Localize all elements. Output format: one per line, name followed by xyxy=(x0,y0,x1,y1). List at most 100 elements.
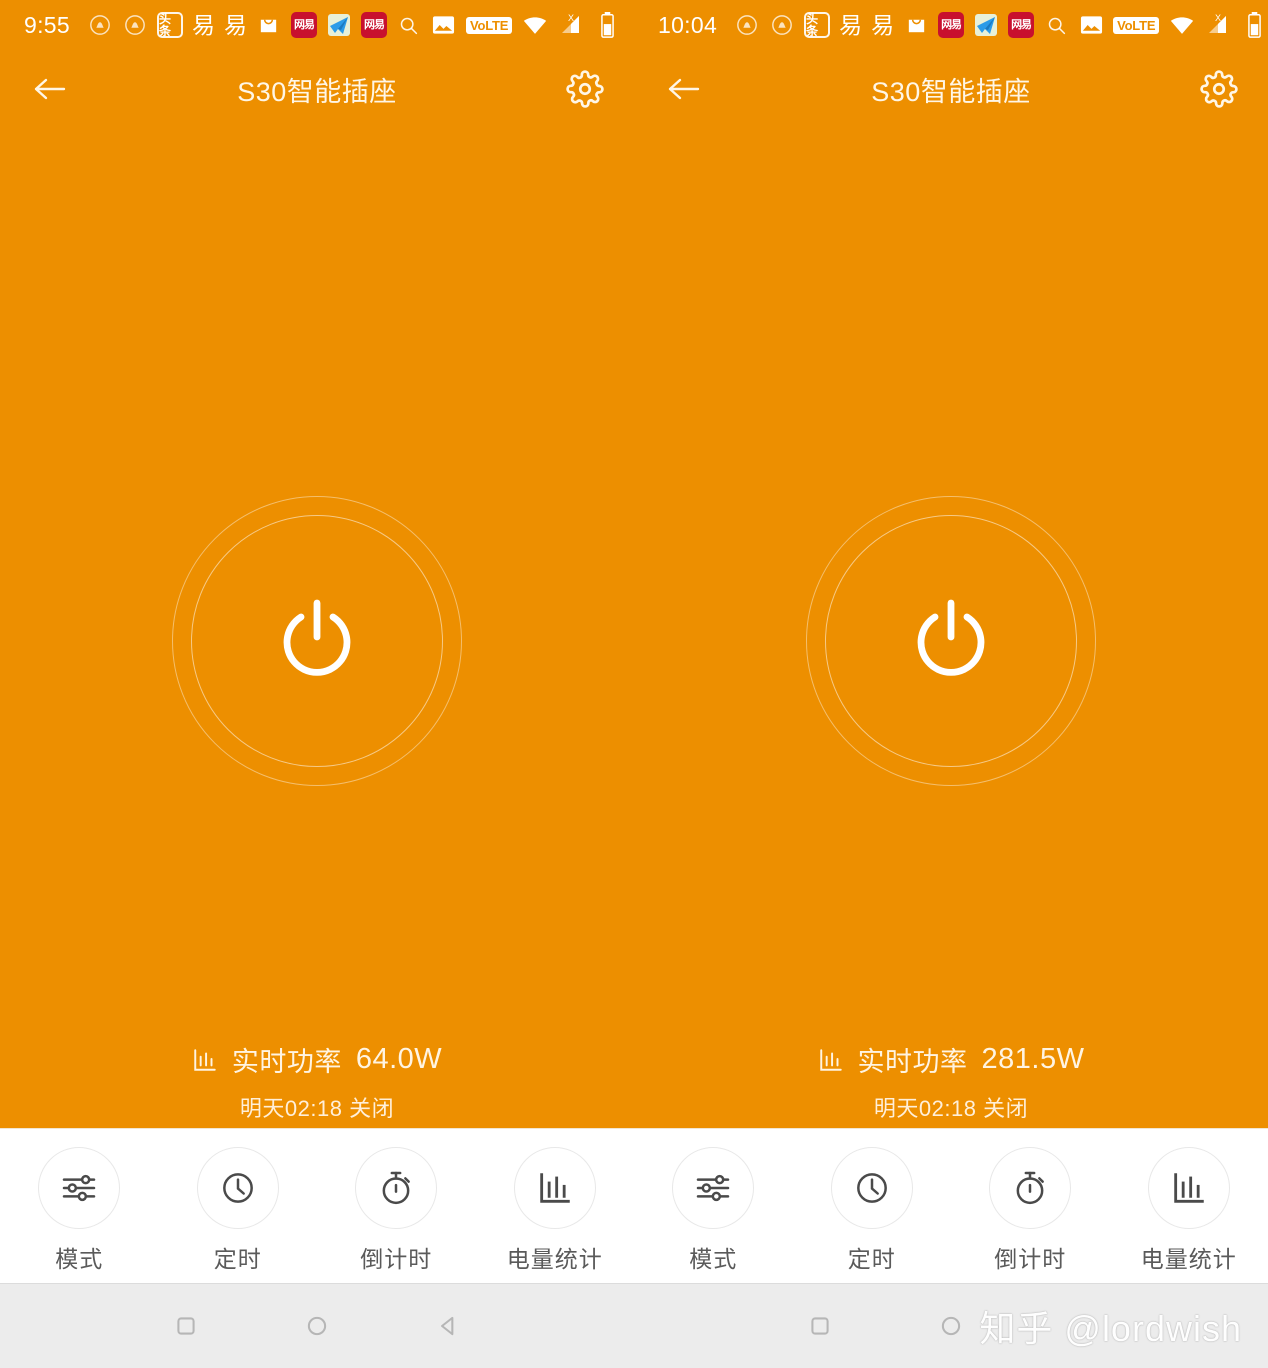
app-icon xyxy=(769,12,795,38)
android-navbar-left xyxy=(0,1284,634,1368)
back-arrow-icon[interactable] xyxy=(26,66,72,112)
home-circle-icon[interactable] xyxy=(929,1304,973,1348)
status-system-icons: VoLTE X xyxy=(465,12,642,38)
netease-yi-icon: 易 xyxy=(839,11,863,38)
gear-icon[interactable] xyxy=(1196,66,1242,112)
stopwatch-icon xyxy=(355,1147,438,1229)
clock-icon xyxy=(830,1147,913,1229)
nav-spacer xyxy=(1060,1304,1104,1348)
netease-news-icon: 网易 xyxy=(290,12,317,38)
page-title: S30智能插座 xyxy=(871,76,1031,107)
power-button[interactable] xyxy=(806,496,1096,786)
netease-yi-icon: 易 xyxy=(191,11,215,38)
page-title: S30智能插座 xyxy=(237,76,397,107)
tool-label: 电量统计 xyxy=(1140,1246,1237,1272)
app-icon xyxy=(734,12,760,38)
search-icon xyxy=(396,12,422,38)
svg-text:X: X xyxy=(568,13,574,23)
bar-chart-icon xyxy=(192,1047,218,1073)
back-triangle-icon[interactable] xyxy=(426,1304,470,1348)
svg-text:X: X xyxy=(1215,13,1221,23)
tool-label: 定时 xyxy=(213,1246,262,1272)
volte-badge: VoLTE xyxy=(1113,16,1160,34)
tool-label: 定时 xyxy=(847,1246,896,1272)
pane-container: 9:55 头条 易 易 网易 网易 VoLTE X S30智能插座 实时功率 6… xyxy=(0,0,1268,1128)
power-icon xyxy=(269,591,365,692)
title-bar-right: S30智能插座 xyxy=(634,50,1268,128)
tool-energy-stats[interactable]: 电量统计 xyxy=(490,1147,620,1274)
bottom-toolbar-right: 模式 定时 倒计时 电量统计 xyxy=(634,1129,1268,1283)
realtime-power-value: 64.0W xyxy=(355,1043,443,1075)
status-notification-icons: 头条 易 易 网易 网易 xyxy=(734,12,1104,38)
realtime-power-label: 实时功率 xyxy=(857,1047,968,1077)
toolbar-row: 模式 定时 倒计时 电量统计 模式 定时 倒计时 电量统计 xyxy=(0,1128,1268,1283)
title-bar-left: S30智能插座 xyxy=(0,50,634,128)
volte-badge: VoLTE xyxy=(465,16,513,34)
recents-square-icon[interactable] xyxy=(164,1304,208,1348)
realtime-power-row: 实时功率 281.5W xyxy=(634,1040,1268,1079)
status-bar-left: 9:55 头条 易 易 网易 网易 VoLTE X xyxy=(0,0,634,50)
power-info-right: 实时功率 281.5W 明天02:18 关闭 xyxy=(634,1040,1268,1123)
tool-timer[interactable]: 定时 xyxy=(173,1147,303,1274)
gear-icon[interactable] xyxy=(562,66,608,112)
realtime-power-value: 281.5W xyxy=(981,1043,1085,1075)
netease-yi-icon: 易 xyxy=(871,11,895,38)
bar-chart-icon xyxy=(1147,1147,1230,1229)
android-navbar-right xyxy=(634,1284,1268,1368)
tool-energy-stats[interactable]: 电量统计 xyxy=(1124,1147,1254,1274)
status-clock: 9:55 xyxy=(24,11,70,38)
tool-label: 电量统计 xyxy=(506,1246,603,1272)
gallery-icon xyxy=(431,12,457,38)
app-icon xyxy=(122,12,148,38)
app-icon xyxy=(87,12,113,38)
netease-news-icon: 网易 xyxy=(1008,12,1035,38)
tool-label: 模式 xyxy=(55,1246,104,1272)
toutiao-icon: 头条 xyxy=(156,12,183,38)
wifi-icon xyxy=(1169,12,1195,38)
search-icon xyxy=(1043,12,1069,38)
bar-chart-icon xyxy=(513,1147,596,1229)
tool-mode[interactable]: 模式 xyxy=(14,1147,144,1274)
tool-label: 倒计时 xyxy=(360,1246,433,1272)
netease-news-icon: 网易 xyxy=(360,12,387,38)
app-screenshot: 9:55 头条 易 易 网易 网易 VoLTE X S30智能插座 实时功率 6… xyxy=(0,0,1268,1368)
bar-chart-icon xyxy=(818,1047,844,1073)
tool-label: 倒计时 xyxy=(994,1246,1067,1272)
tool-countdown[interactable]: 倒计时 xyxy=(965,1147,1095,1274)
tool-timer[interactable]: 定时 xyxy=(807,1147,937,1274)
recents-square-icon[interactable] xyxy=(798,1304,842,1348)
back-arrow-icon[interactable] xyxy=(660,66,706,112)
power-area-right: 实时功率 281.5W 明天02:18 关闭 xyxy=(634,128,1268,1128)
power-area-left: 实时功率 64.0W 明天02:18 关闭 xyxy=(0,128,634,1128)
power-info-left: 实时功率 64.0W 明天02:18 关闭 xyxy=(0,1040,634,1123)
schedule-text: 明天02:18 关闭 xyxy=(873,1096,1029,1121)
tool-label: 模式 xyxy=(689,1246,738,1272)
telegram-icon xyxy=(326,12,352,38)
status-system-icons: VoLTE X xyxy=(1113,12,1268,38)
navbar-row: 知乎 @lordwish xyxy=(0,1283,1268,1368)
power-button[interactable] xyxy=(172,496,462,786)
toutiao-icon: 头条 xyxy=(804,12,831,38)
tool-mode[interactable]: 模式 xyxy=(648,1147,778,1274)
cellular-signal-icon: X xyxy=(1205,12,1231,38)
battery-icon xyxy=(1241,12,1267,38)
pane-left: 9:55 头条 易 易 网易 网易 VoLTE X S30智能插座 实时功率 6… xyxy=(0,0,634,1128)
clock-icon xyxy=(196,1147,279,1229)
status-bar-right: 10:04 头条 易 易 网易 网易 VoLTE X xyxy=(634,0,1268,50)
battery-icon xyxy=(594,12,620,38)
status-clock: 10:04 xyxy=(658,11,718,38)
shopping-bag-icon xyxy=(256,12,282,38)
bottom-toolbar-left: 模式 定时 倒计时 电量统计 xyxy=(0,1129,634,1283)
status-notification-icons: 头条 易 易 网易 网易 xyxy=(87,12,457,38)
power-icon xyxy=(903,591,999,692)
wifi-icon xyxy=(522,12,548,38)
realtime-power-row: 实时功率 64.0W xyxy=(0,1040,634,1079)
realtime-power-label: 实时功率 xyxy=(231,1047,342,1077)
netease-yi-icon: 易 xyxy=(223,11,247,38)
netease-news-icon: 网易 xyxy=(938,12,965,38)
home-circle-icon[interactable] xyxy=(295,1304,339,1348)
shopping-bag-icon xyxy=(903,12,929,38)
tool-countdown[interactable]: 倒计时 xyxy=(331,1147,461,1274)
stopwatch-icon xyxy=(989,1147,1072,1229)
sliders-icon xyxy=(38,1147,121,1229)
